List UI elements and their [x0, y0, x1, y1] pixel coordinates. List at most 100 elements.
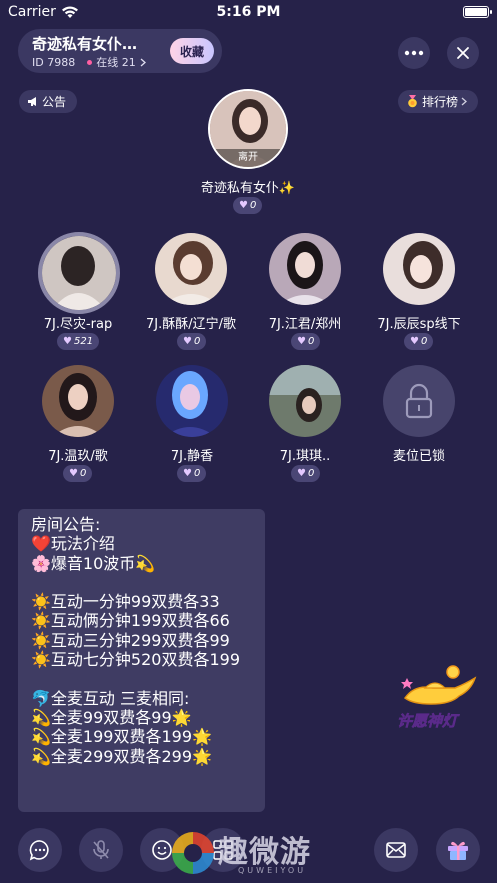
- seat-4-avatar[interactable]: [383, 233, 455, 305]
- seat-4-hearts: ♥ 0: [404, 333, 434, 350]
- announcement-label: 公告: [42, 95, 67, 109]
- notice-line: 🌸爆音10波币💫: [31, 553, 156, 573]
- status-time: 5:16 PM: [216, 4, 281, 20]
- seat-7-name: 7J.琪琪..: [279, 449, 331, 464]
- chat-bubble-icon: [29, 840, 49, 861]
- seat-3-name: 7J.江君/郑州: [268, 317, 342, 332]
- wishing-lamp-button[interactable]: 许愿神灯: [395, 664, 479, 736]
- heart-icon: ♥: [183, 336, 192, 347]
- more-button[interactable]: [398, 37, 430, 69]
- host-hearts-value: 0: [249, 200, 257, 211]
- notice-line: 🐬全麦互动 三麦相同:: [31, 688, 190, 708]
- more-dots-icon: [404, 50, 424, 56]
- seat-1-hearts-value: 521: [73, 336, 94, 347]
- online-count: 在线 21: [96, 56, 136, 69]
- seat-2-photo: [155, 233, 227, 305]
- seat-2-hearts-value: 0: [193, 336, 201, 347]
- host-hearts: ♥ 0: [233, 197, 263, 214]
- megaphone-icon: [28, 97, 36, 106]
- seat-7-avatar[interactable]: [269, 365, 341, 437]
- message-button[interactable]: [374, 828, 418, 872]
- seat-7-photo: [269, 365, 341, 437]
- seat-5-name: 7J.温玖/歌: [48, 449, 108, 464]
- seat-5-photo: [42, 365, 114, 437]
- magic-lamp-icon: [401, 665, 477, 705]
- heart-icon: ♥: [410, 336, 419, 347]
- seat-7-hearts-value: 0: [307, 468, 315, 479]
- notice-line: 💫全麦199双费各199🌟: [31, 727, 212, 747]
- seat-3-hearts-value: 0: [307, 336, 315, 347]
- notice-line: 房间公告:: [31, 515, 101, 534]
- watermark: 趣微游 QUWEIYOU: [168, 826, 343, 881]
- seat-1-photo: [42, 236, 116, 310]
- seat-4-name: 7J.辰辰sp线下: [377, 317, 461, 332]
- room-id: ID 7988: [32, 55, 76, 69]
- seat-1-avatar[interactable]: [38, 232, 120, 314]
- heart-icon: ♥: [297, 336, 306, 347]
- notice-blank-line: [31, 573, 252, 592]
- seat-5-avatar[interactable]: [42, 365, 114, 437]
- lock-icon: [405, 383, 433, 419]
- notice-line: ☀️互动三分钟299双费各99: [31, 630, 230, 650]
- seat-6-hearts: ♥ 0: [177, 465, 207, 482]
- seat-6-avatar[interactable]: [156, 365, 228, 437]
- heart-icon: ♥: [63, 336, 72, 347]
- seat-5-hearts-value: 0: [79, 468, 87, 479]
- notice-blank-line: [31, 669, 252, 688]
- online-dot-icon: [87, 59, 93, 65]
- favorite-button[interactable]: 收藏: [170, 38, 214, 64]
- mic-button[interactable]: [79, 828, 123, 872]
- seat-4-hearts-value: 0: [420, 336, 428, 347]
- notice-line: ☀️互动七分钟520双费各199: [31, 650, 241, 670]
- seat-3-avatar[interactable]: [269, 233, 341, 305]
- seat-6-hearts-value: 0: [193, 468, 201, 479]
- ranking-label: 排行榜: [422, 95, 459, 109]
- medal-icon: [408, 95, 417, 108]
- seat-3-hearts: ♥ 0: [291, 333, 321, 350]
- seat-8-avatar[interactable]: [383, 365, 455, 437]
- seat-2-hearts: ♥ 0: [177, 333, 207, 350]
- seat-5-hearts: ♥ 0: [63, 465, 93, 482]
- seat-8-name: 麦位已锁: [392, 449, 445, 464]
- seat-2-avatar[interactable]: [155, 233, 227, 305]
- seat-1-name: 7J.尽灾-rap: [43, 317, 113, 332]
- battery-icon: [463, 6, 492, 18]
- close-button[interactable]: [447, 37, 479, 69]
- chevron-right-icon: [140, 58, 146, 66]
- seat-3-photo: [269, 233, 341, 305]
- chevron-right-icon: [461, 97, 468, 106]
- notice-line: ☀️互动一分钟99双费各33: [31, 592, 220, 612]
- gift-button[interactable]: [436, 828, 480, 872]
- seat-7-hearts: ♥ 0: [291, 465, 321, 482]
- notice-board: 房间公告: ❤️玩法介绍 🌸爆音10波币💫 ☀️互动一分钟99双费各33 ☀️互…: [18, 509, 265, 812]
- watermark-logo-icon: [172, 832, 214, 874]
- wishing-lamp-label: 许愿神灯: [397, 712, 458, 731]
- seat-1-hearts: ♥ 521: [57, 333, 100, 350]
- seat-2-name: 7J.酥酥/辽宁/歌: [146, 317, 236, 332]
- gift-icon: [448, 841, 468, 860]
- chat-button[interactable]: [18, 828, 62, 872]
- announcement-button[interactable]: 公告: [19, 90, 77, 113]
- notice-line: ❤️玩法介绍: [31, 534, 115, 554]
- status-bar: Carrier 5:16 PM: [0, 0, 497, 26]
- watermark-subtext: QUWEIYOU: [238, 866, 307, 875]
- heart-icon: ♥: [69, 468, 78, 479]
- heart-icon: ♥: [183, 468, 192, 479]
- heart-icon: ♥: [239, 200, 248, 211]
- heart-icon: ♥: [297, 468, 306, 479]
- notice-line: 💫全麦99双费各99🌟: [31, 707, 192, 727]
- seat-4-photo: [383, 233, 455, 305]
- room-name: 奇迹私有女仆…: [32, 35, 138, 53]
- mail-icon: [386, 842, 406, 858]
- host-avatar[interactable]: 离开: [208, 89, 288, 169]
- mic-off-icon: [93, 840, 109, 859]
- notice-line: ☀️互动俩分钟199双费各66: [31, 611, 230, 631]
- host-name: 奇迹私有女仆✨: [200, 181, 296, 196]
- notice-line: 💫全麦299双费各299🌟: [31, 746, 212, 766]
- room-meta: ID 7988 在线 21: [32, 54, 146, 70]
- close-icon: [457, 47, 469, 59]
- host-status-label: 离开: [210, 149, 286, 167]
- ranking-button[interactable]: 排行榜: [398, 90, 478, 113]
- seat-6-name: 7J.静香: [170, 449, 214, 464]
- seat-6-photo: [156, 365, 228, 437]
